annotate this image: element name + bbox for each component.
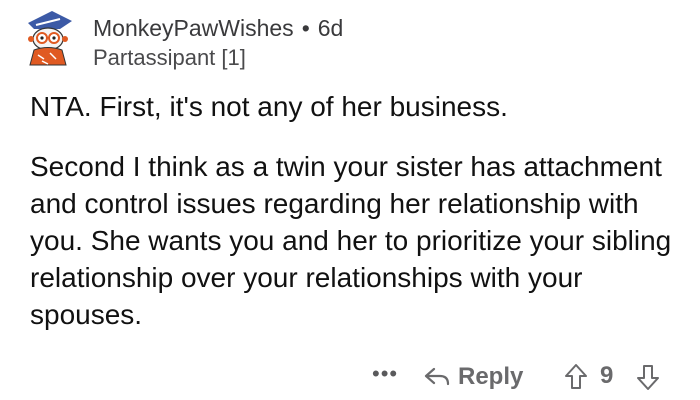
comment-card: MonkeyPawWishes • 6d Partassipant [1] NTA.… (0, 0, 700, 400)
downvote-button[interactable] (635, 362, 661, 399)
vote-count: 9 (600, 362, 614, 389)
user-avatar[interactable] (22, 9, 78, 67)
snoo-avatar-icon (28, 11, 72, 66)
upvote-button[interactable] (563, 362, 589, 399)
comment-paragraph: NTA. First, it's not any of her business… (30, 91, 508, 122)
comment-age: 6d (317, 15, 344, 41)
header-separator: • (301, 15, 310, 41)
upvote-arrow-icon (565, 364, 587, 389)
comment-action-bar: ••• Reply 9 (0, 360, 700, 396)
reply-arrow-icon (424, 367, 450, 386)
comment-paragraph: Second I think as a twin your sister has… (30, 151, 672, 330)
reply-label: Reply (458, 363, 524, 390)
reply-button[interactable]: Reply (424, 360, 523, 394)
comment-header: MonkeyPawWishes • 6d (93, 13, 343, 43)
username-link[interactable]: MonkeyPawWishes (93, 15, 294, 41)
user-flair: Partassipant [1] (93, 45, 246, 70)
more-options-button[interactable]: ••• (372, 361, 398, 387)
downvote-arrow-icon (637, 365, 659, 390)
